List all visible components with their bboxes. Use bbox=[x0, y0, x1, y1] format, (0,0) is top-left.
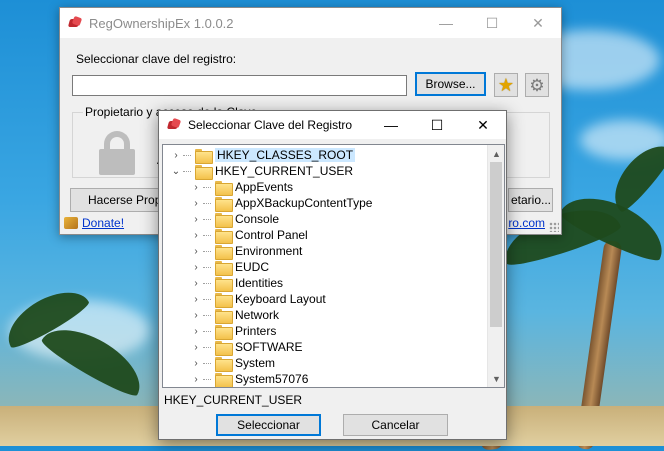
tree-node-label[interactable]: Network bbox=[235, 308, 279, 322]
tree-node-child[interactable]: › Control Panel bbox=[191, 227, 308, 244]
select-key-dialog: Seleccionar Clave del Registro — ☐ ✕ › H… bbox=[158, 110, 507, 440]
tree-node-child[interactable]: › Printers bbox=[191, 323, 276, 340]
tree-node-label[interactable]: AppEvents bbox=[235, 180, 293, 194]
chevron-right-icon[interactable]: › bbox=[191, 198, 201, 209]
folder-icon bbox=[215, 180, 233, 196]
chevron-right-icon[interactable]: › bbox=[191, 374, 201, 385]
folder-icon bbox=[215, 228, 233, 244]
tree-node-label[interactable]: Printers bbox=[235, 324, 276, 338]
regedit-cube-icon bbox=[69, 17, 83, 29]
folder-icon bbox=[215, 276, 233, 292]
tree-node-child[interactable]: › SOFTWARE bbox=[191, 339, 303, 356]
chevron-right-icon[interactable]: › bbox=[191, 294, 201, 305]
maximize-button[interactable]: ☐ bbox=[469, 8, 515, 38]
tree-node-child[interactable]: › System57076 bbox=[191, 371, 308, 387]
tree-node-child[interactable]: › Console bbox=[191, 211, 279, 228]
close-button[interactable]: ✕ bbox=[515, 8, 561, 38]
chevron-right-icon[interactable]: › bbox=[191, 310, 201, 321]
scroll-down-icon[interactable]: ▼ bbox=[488, 370, 504, 387]
chevron-down-icon[interactable]: ⌄ bbox=[171, 166, 181, 177]
selected-key-path: HKEY_CURRENT_USER bbox=[164, 393, 303, 407]
chevron-right-icon[interactable]: › bbox=[191, 342, 201, 353]
chevron-right-icon[interactable]: › bbox=[191, 214, 201, 225]
tree-node-label[interactable]: Identities bbox=[235, 276, 283, 290]
chevron-right-icon[interactable]: › bbox=[191, 278, 201, 289]
tree-node-label[interactable]: SOFTWARE bbox=[235, 340, 303, 354]
favorites-button[interactable]: ★ bbox=[494, 73, 518, 97]
tree-node-root[interactable]: ⌄ HKEY_CURRENT_USER bbox=[171, 163, 353, 180]
tree-node-label[interactable]: AppXBackupContentType bbox=[235, 196, 372, 210]
main-window-title: RegOwnershipEx 1.0.0.2 bbox=[89, 15, 234, 31]
tree-node-label[interactable]: Control Panel bbox=[235, 228, 308, 242]
tree-node-child[interactable]: › EUDC bbox=[191, 259, 269, 276]
resize-grip[interactable] bbox=[549, 222, 559, 232]
folder-icon bbox=[195, 148, 213, 164]
folder-icon bbox=[215, 292, 233, 308]
folder-icon bbox=[215, 324, 233, 340]
donate-link[interactable]: Donate! bbox=[82, 216, 124, 230]
tree-node-label[interactable]: System bbox=[235, 356, 275, 370]
website-link[interactable]: ro.com bbox=[508, 216, 545, 230]
dialog-title: Seleccionar Clave del Registro bbox=[188, 118, 353, 132]
folder-icon bbox=[215, 356, 233, 372]
folder-icon bbox=[195, 164, 213, 180]
scroll-up-icon[interactable]: ▲ bbox=[488, 145, 504, 162]
tree-node-child[interactable]: › System bbox=[191, 355, 275, 372]
folder-icon bbox=[215, 340, 233, 356]
scrollbar-thumb[interactable] bbox=[490, 162, 502, 327]
registry-tree[interactable]: › HKEY_CLASSES_ROOT ⌄ HKEY_CURRENT_USER … bbox=[162, 144, 505, 388]
dialog-minimize-button[interactable]: — bbox=[368, 111, 414, 139]
dialog-close-button[interactable]: ✕ bbox=[460, 111, 506, 139]
select-button[interactable]: Seleccionar bbox=[216, 414, 321, 436]
folder-icon bbox=[215, 196, 233, 212]
main-titlebar[interactable]: RegOwnershipEx 1.0.0.2 — ☐ ✕ bbox=[60, 8, 561, 38]
dialog-maximize-button[interactable]: ☐ bbox=[414, 111, 460, 139]
chevron-right-icon[interactable]: › bbox=[191, 230, 201, 241]
chevron-right-icon[interactable]: › bbox=[191, 326, 201, 337]
tree-node-root[interactable]: › HKEY_CLASSES_ROOT bbox=[171, 147, 356, 164]
star-icon: ★ bbox=[497, 75, 515, 95]
registry-path-input[interactable] bbox=[72, 75, 407, 96]
folder-icon bbox=[215, 308, 233, 324]
folder-icon bbox=[215, 212, 233, 228]
gear-icon: ⚙ bbox=[529, 75, 545, 95]
tree-node-label[interactable]: System57076 bbox=[235, 372, 308, 386]
minimize-button[interactable]: — bbox=[423, 8, 469, 38]
browse-button[interactable]: Browse... bbox=[415, 72, 486, 96]
chevron-right-icon[interactable]: › bbox=[191, 358, 201, 369]
settings-button[interactable]: ⚙ bbox=[525, 73, 549, 97]
tree-node-label[interactable]: HKEY_CLASSES_ROOT bbox=[215, 148, 356, 162]
take-ownership-button[interactable]: Hacerse Propie bbox=[70, 188, 160, 212]
folder-icon bbox=[215, 244, 233, 260]
tree-node-child[interactable]: › Keyboard Layout bbox=[191, 291, 326, 308]
tree-node-label[interactable]: Console bbox=[235, 212, 279, 226]
tree-node-label[interactable]: EUDC bbox=[235, 260, 269, 274]
tree-node-label[interactable]: Environment bbox=[235, 244, 302, 258]
chevron-right-icon[interactable]: › bbox=[191, 182, 201, 193]
restore-owner-button[interactable]: etario... bbox=[508, 188, 553, 212]
tree-node-child[interactable]: › Environment bbox=[191, 243, 302, 260]
lock-icon bbox=[99, 131, 135, 175]
donate-icon bbox=[64, 217, 78, 229]
regedit-cube-icon bbox=[168, 119, 182, 131]
tree-node-label[interactable]: Keyboard Layout bbox=[235, 292, 326, 306]
cancel-button[interactable]: Cancelar bbox=[343, 414, 448, 436]
folder-icon bbox=[215, 260, 233, 276]
tree-node-child[interactable]: › AppXBackupContentType bbox=[191, 195, 372, 212]
chevron-right-icon[interactable]: › bbox=[171, 150, 181, 161]
tree-node-child[interactable]: › Identities bbox=[191, 275, 283, 292]
dialog-titlebar[interactable]: Seleccionar Clave del Registro — ☐ ✕ bbox=[159, 111, 506, 139]
tree-vertical-scrollbar[interactable]: ▲ ▼ bbox=[487, 145, 504, 387]
tree-node-child[interactable]: › Network bbox=[191, 307, 279, 324]
folder-icon bbox=[215, 372, 233, 387]
chevron-right-icon[interactable]: › bbox=[191, 246, 201, 257]
tree-node-child[interactable]: › AppEvents bbox=[191, 179, 293, 196]
chevron-right-icon[interactable]: › bbox=[191, 262, 201, 273]
select-key-label: Seleccionar clave del registro: bbox=[76, 52, 237, 66]
tree-node-label[interactable]: HKEY_CURRENT_USER bbox=[215, 164, 353, 178]
